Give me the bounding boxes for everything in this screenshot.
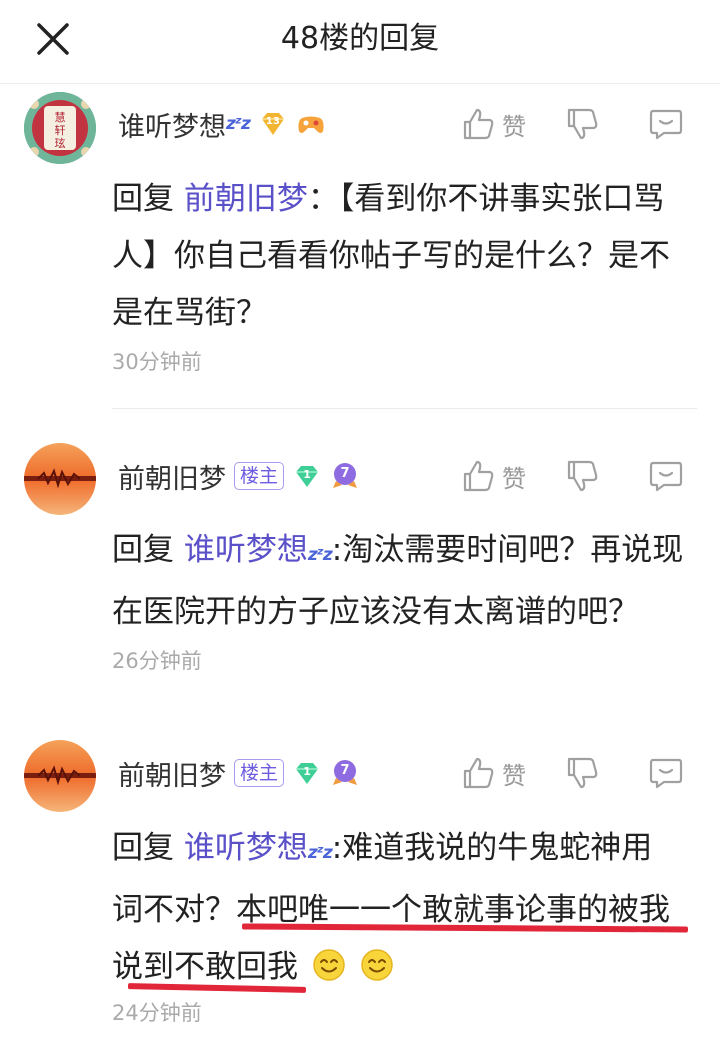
thumbs-up-icon bbox=[463, 460, 494, 492]
comment-item: 慧 轩 玹 谁听梦想 zᶻz 13 赞 回复 前朝旧梦：【看到你不讲事实张口骂人… bbox=[0, 84, 720, 409]
mention-link[interactable]: 谁听梦想zᶻz bbox=[184, 830, 333, 866]
timestamp: 30分钟前 bbox=[112, 350, 202, 374]
comment-actions: 赞 bbox=[462, 753, 684, 793]
comment-text: 回复 谁听梦想zᶻz:难道我说的牛鬼蛇神用 词不对？本吧唯一一个敢就事论事的被我… bbox=[112, 820, 697, 996]
mention-link[interactable]: 前朝旧梦 bbox=[184, 181, 308, 217]
reply-button[interactable] bbox=[648, 458, 684, 494]
svg-text:玹: 玹 bbox=[55, 136, 66, 150]
comment-line: 回复 谁听梦想zᶻz:难道我说的牛鬼蛇神用 bbox=[112, 830, 653, 866]
thumbs-down-icon bbox=[567, 108, 598, 140]
reply-prefix: 回复 bbox=[112, 532, 174, 568]
owner-badge: 楼主 bbox=[234, 759, 285, 787]
sleep-icon: zᶻz bbox=[226, 114, 251, 134]
comment-text: 回复 谁听梦想zᶻz:淘汰需要时间吧？再说现在医院开的方子应该没有太离谱的吧？ bbox=[112, 522, 697, 641]
thumbs-down-icon bbox=[567, 757, 598, 789]
top-bar: 48楼的回复 bbox=[0, 0, 720, 84]
thumbs-down-icon bbox=[567, 460, 598, 492]
smile-emoji-icon bbox=[360, 949, 393, 981]
username[interactable]: 前朝旧梦 bbox=[118, 754, 226, 793]
like-button[interactable]: 赞 bbox=[462, 459, 526, 494]
page-title: 48楼的回复 bbox=[280, 21, 440, 56]
comment-icon bbox=[649, 758, 683, 789]
sleep-icon: zᶻz bbox=[307, 545, 333, 565]
like-button[interactable]: 赞 bbox=[462, 107, 526, 142]
author-row: 前朝旧梦 楼主 1 7 bbox=[118, 456, 360, 496]
username[interactable]: 前朝旧梦 bbox=[118, 457, 226, 496]
svg-text:轩: 轩 bbox=[55, 123, 66, 137]
author-row: 前朝旧梦 楼主 1 7 bbox=[118, 753, 360, 793]
gamepad-icon bbox=[296, 109, 326, 139]
thumbs-up-icon bbox=[463, 108, 494, 140]
avatar-image bbox=[24, 740, 96, 812]
reply-button[interactable] bbox=[648, 106, 684, 142]
author-row: 谁听梦想 zᶻz 13 bbox=[118, 104, 326, 144]
comment-icon bbox=[649, 461, 683, 492]
comment-item: 前朝旧梦 楼主 1 7 赞 回复 谁听梦想zᶻz:难道我说的牛鬼蛇神用 词不对？… bbox=[0, 712, 720, 1055]
like-label: 赞 bbox=[502, 112, 526, 141]
avatar[interactable] bbox=[24, 443, 96, 515]
diamond-level-icon: 13 bbox=[258, 109, 288, 139]
reply-prefix: 回复 bbox=[112, 181, 174, 217]
reply-button[interactable] bbox=[648, 755, 684, 791]
thumbs-up-icon bbox=[463, 757, 494, 789]
timestamp: 24分钟前 bbox=[112, 1001, 202, 1025]
reply-prefix: 回复 bbox=[112, 830, 174, 866]
dislike-button[interactable] bbox=[566, 107, 600, 141]
svg-text:慧: 慧 bbox=[55, 110, 66, 124]
comment-actions: 赞 bbox=[462, 456, 684, 496]
avatar[interactable] bbox=[24, 740, 96, 812]
diamond-level-icon: 1 bbox=[292, 461, 322, 491]
timestamp: 26分钟前 bbox=[112, 649, 202, 673]
user-level-badge: 7 bbox=[330, 758, 360, 788]
diamond-level-icon: 1 bbox=[292, 758, 322, 788]
comment-text: 回复 前朝旧梦：【看到你不讲事实张口骂人】你自己看看你帖子写的是什么？是不是在骂… bbox=[112, 171, 697, 342]
like-label: 赞 bbox=[502, 464, 526, 493]
username[interactable]: 谁听梦想 bbox=[118, 105, 226, 144]
dislike-button[interactable] bbox=[566, 459, 600, 493]
avatar[interactable]: 慧 轩 玹 bbox=[24, 92, 96, 164]
like-label: 赞 bbox=[502, 761, 526, 790]
mention-link[interactable]: 谁听梦想zᶻz bbox=[184, 532, 333, 568]
avatar-image bbox=[24, 443, 96, 515]
comment-item: 前朝旧梦 楼主 1 7 赞 回复 谁听梦想zᶻz:淘汰需要时间吧？再说现在医院开… bbox=[0, 409, 720, 712]
sleep-icon: zᶻz bbox=[307, 843, 333, 863]
like-button[interactable]: 赞 bbox=[462, 756, 526, 791]
comment-icon bbox=[649, 109, 683, 140]
smile-emoji-icon bbox=[313, 949, 345, 981]
comment-actions: 赞 bbox=[462, 104, 684, 144]
user-level-badge: 7 bbox=[330, 461, 360, 491]
owner-badge: 楼主 bbox=[234, 462, 285, 490]
avatar-image: 慧 轩 玹 bbox=[24, 92, 96, 164]
dislike-button[interactable] bbox=[566, 756, 600, 790]
